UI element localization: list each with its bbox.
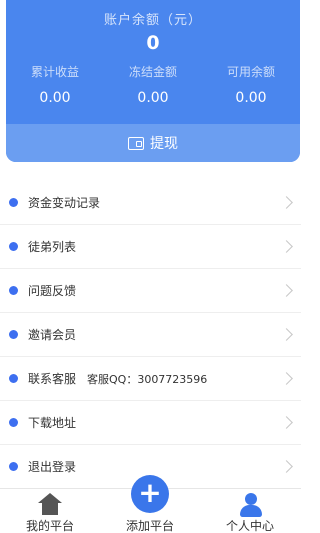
- bullet-dot-icon: [9, 330, 18, 339]
- stat-label: 累计收益: [30, 65, 79, 79]
- bullet-dot-icon: [9, 374, 18, 383]
- tab-label: 个人中心: [225, 519, 274, 533]
- menu-item-feedback[interactable]: 问题反馈: [0, 269, 301, 313]
- menu-item-label: 资金变动记录: [28, 196, 101, 210]
- support-qq-text: 客服QQ：3007723596: [87, 372, 208, 386]
- chevron-right-icon: [280, 196, 293, 209]
- stat-label: 可用余额: [226, 65, 275, 79]
- tab-label: 我的平台: [25, 519, 74, 533]
- menu-item-invite-member[interactable]: 邀请会员: [0, 313, 301, 357]
- bullet-dot-icon: [9, 418, 18, 427]
- bullet-dot-icon: [9, 286, 18, 295]
- balance-stats: 累计收益 0.00 冻结金额 0.00 可用余额 0.00: [6, 63, 300, 106]
- withdraw-label: 提现: [150, 136, 178, 152]
- home-icon: [38, 493, 62, 515]
- balance-card: 账户余额（元） 0 累计收益 0.00 冻结金额 0.00 可用余额 0.00 …: [6, 0, 300, 162]
- menu-list: 资金变动记录 徒弟列表 问题反馈 邀请会员 联系客服 客服QQ：30077235…: [0, 181, 301, 489]
- tab-add-platform[interactable]: + 添加平台: [100, 475, 200, 533]
- tab-my-platform[interactable]: 我的平台: [0, 489, 100, 533]
- wallet-icon: [128, 136, 144, 150]
- bullet-dot-icon: [9, 198, 18, 207]
- user-icon-body: [240, 505, 262, 517]
- menu-item-label: 下载地址: [28, 416, 77, 430]
- stat-available-balance: 可用余额 0.00: [202, 63, 300, 106]
- bullet-dot-icon: [9, 242, 18, 251]
- menu-item-apprentice-list[interactable]: 徒弟列表: [0, 225, 301, 269]
- bottom-tab-bar: 我的平台 + 添加平台 个人中心: [0, 475, 301, 533]
- menu-item-download-address[interactable]: 下载地址: [0, 401, 301, 445]
- menu-item-label: 邀请会员: [28, 328, 77, 342]
- user-icon-head: [245, 493, 257, 505]
- withdraw-button[interactable]: 提现: [6, 124, 300, 162]
- plus-icon: +: [131, 475, 169, 513]
- app-root: 账户余额（元） 0 累计收益 0.00 冻结金额 0.00 可用余额 0.00 …: [0, 0, 301, 533]
- balance-title: 账户余额（元）: [103, 13, 202, 28]
- menu-item-label: 退出登录: [28, 460, 77, 474]
- stat-total-earnings: 累计收益 0.00: [6, 63, 104, 106]
- tab-personal-center[interactable]: 个人中心: [200, 489, 300, 533]
- balance-amount: 0: [146, 32, 160, 54]
- chevron-right-icon: [280, 372, 293, 385]
- chevron-right-icon: [280, 240, 293, 253]
- chevron-right-icon: [280, 416, 293, 429]
- menu-item-label: 问题反馈: [28, 284, 77, 298]
- stat-value: 0.00: [137, 90, 169, 106]
- menu-item-fund-records[interactable]: 资金变动记录: [0, 181, 301, 225]
- stat-value: 0.00: [39, 90, 71, 106]
- menu-item-label: 徒弟列表: [28, 240, 77, 254]
- menu-item-contact-support[interactable]: 联系客服 客服QQ：3007723596: [0, 357, 301, 401]
- chevron-right-icon: [280, 284, 293, 297]
- stat-value: 0.00: [235, 90, 267, 106]
- menu-item-label: 联系客服: [28, 372, 77, 386]
- chevron-right-icon: [280, 328, 293, 341]
- tab-label: 添加平台: [125, 519, 174, 533]
- stat-label: 冻结金额: [128, 65, 177, 79]
- user-icon: [240, 493, 262, 517]
- chevron-right-icon: [280, 460, 293, 473]
- stat-frozen-amount: 冻结金额 0.00: [104, 63, 202, 106]
- bullet-dot-icon: [9, 462, 18, 471]
